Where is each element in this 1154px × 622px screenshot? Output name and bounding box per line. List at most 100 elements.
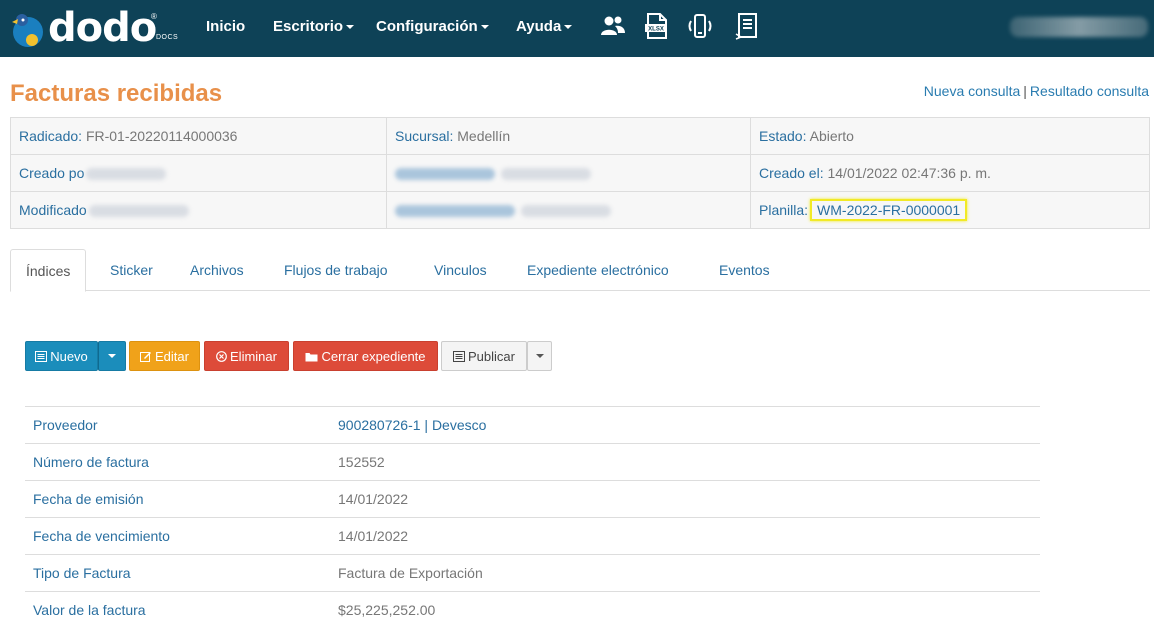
creado-el-label: Creado el: bbox=[759, 165, 824, 181]
list-icon bbox=[35, 350, 48, 362]
info-row: Creado po Creado el: 14/01/2022 02:47:36… bbox=[10, 154, 1150, 192]
redacted-value bbox=[88, 205, 189, 218]
nav-configuracion[interactable]: Configuración bbox=[376, 18, 489, 35]
dodo-bird-icon bbox=[12, 14, 43, 47]
field-value: 14/01/2022 bbox=[330, 480, 1040, 518]
field-label: Fecha de vencimiento bbox=[25, 517, 330, 555]
chevron-down-icon bbox=[480, 25, 489, 30]
nav-escritorio-label: Escritorio bbox=[273, 18, 344, 35]
logo-subtext: DOCS bbox=[156, 34, 179, 41]
publish-button[interactable]: Publicar bbox=[441, 341, 527, 371]
field-value: $25,225,252.00 bbox=[330, 591, 1040, 622]
delete-button[interactable]: Eliminar bbox=[204, 341, 289, 371]
chevron-down-icon bbox=[535, 354, 544, 358]
new-button[interactable]: Nuevo bbox=[25, 341, 98, 371]
modificado-label: Modificado bbox=[19, 202, 87, 218]
app-logo[interactable]: dodo ® DOCS bbox=[8, 8, 188, 50]
table-row: Tipo de Factura Factura de Exportación bbox=[25, 554, 1040, 592]
info-row: Radicado: FR-01-20220114000036 Sucursal:… bbox=[10, 117, 1150, 155]
creado-por-detail-cell bbox=[386, 154, 751, 192]
nav-configuracion-label: Configuración bbox=[376, 18, 478, 35]
tab-expediente-electronico[interactable]: Expediente electrónico bbox=[527, 262, 669, 278]
table-row: Proveedor 900280726-1 | Devesco bbox=[25, 406, 1040, 444]
delete-button-label: Eliminar bbox=[230, 348, 277, 364]
estado-cell: Estado: Abierto bbox=[750, 117, 1150, 155]
radicado-cell: Radicado: FR-01-20220114000036 bbox=[10, 117, 387, 155]
logo-text: dodo bbox=[48, 5, 157, 51]
nav-ayuda-label: Ayuda bbox=[516, 18, 562, 35]
query-result-link[interactable]: Resultado consulta bbox=[1030, 83, 1149, 99]
record-info-table: Radicado: FR-01-20220114000036 Sucursal:… bbox=[10, 117, 1150, 229]
new-button-label: Nuevo bbox=[50, 348, 88, 364]
field-label: Valor de la factura bbox=[25, 591, 330, 622]
redacted-link bbox=[395, 205, 515, 218]
estado-value: Abierto bbox=[809, 128, 854, 144]
xlsx-icon[interactable]: XLSX bbox=[642, 12, 670, 40]
table-row: Fecha de emisión 14/01/2022 bbox=[25, 480, 1040, 518]
document-list-icon[interactable] bbox=[734, 12, 762, 40]
nav-inicio-label: Inicio bbox=[206, 18, 246, 35]
field-label: Proveedor bbox=[25, 406, 330, 444]
edit-button[interactable]: Editar bbox=[129, 341, 200, 371]
chevron-down-icon bbox=[108, 354, 116, 358]
record-tabs: Índices Sticker Archivos Flujos de traba… bbox=[10, 249, 1150, 292]
top-navbar: dodo ® DOCS Inicio Escritorio Configurac… bbox=[0, 0, 1154, 57]
tab-indices[interactable]: Índices bbox=[10, 249, 87, 292]
close-record-button-label: Cerrar expediente bbox=[321, 348, 426, 364]
edit-icon bbox=[140, 351, 152, 362]
users-icon[interactable] bbox=[599, 12, 627, 40]
link-separator: | bbox=[1023, 83, 1027, 99]
info-row: Modificado Planilla: WM-2022-FR-0000001 bbox=[10, 191, 1150, 229]
chevron-down-icon bbox=[564, 25, 573, 30]
publish-dropdown-toggle[interactable] bbox=[527, 341, 552, 371]
new-dropdown-toggle[interactable] bbox=[98, 341, 126, 371]
table-row: Fecha de vencimiento 14/01/2022 bbox=[25, 517, 1040, 555]
edit-button-label: Editar bbox=[155, 348, 189, 364]
modificado-detail-cell bbox=[386, 191, 751, 229]
nav-escritorio[interactable]: Escritorio bbox=[273, 18, 355, 35]
redacted-value bbox=[86, 168, 167, 181]
modificado-cell: Modificado bbox=[10, 191, 387, 229]
planilla-label: Planilla: bbox=[759, 202, 809, 218]
nav-ayuda[interactable]: Ayuda bbox=[516, 18, 573, 35]
tab-eventos[interactable]: Eventos bbox=[719, 262, 770, 278]
tab-flujos-de-trabajo[interactable]: Flujos de trabajo bbox=[284, 262, 388, 278]
folder-icon bbox=[305, 352, 318, 361]
publish-button-label: Publicar bbox=[468, 348, 515, 364]
mobile-icon[interactable] bbox=[686, 12, 714, 40]
creado-el-cell: Creado el: 14/01/2022 02:47:36 p. m. bbox=[750, 154, 1150, 192]
user-menu-redacted[interactable] bbox=[1010, 17, 1148, 37]
radicado-label: Radicado: bbox=[19, 128, 83, 144]
table-row: Número de factura 152552 bbox=[25, 443, 1040, 481]
field-label: Fecha de emisión bbox=[25, 480, 330, 518]
chevron-down-icon bbox=[346, 25, 355, 30]
field-label: Tipo de Factura bbox=[25, 554, 330, 592]
planilla-link[interactable]: WM-2022-FR-0000001 bbox=[810, 199, 968, 221]
nav-inicio[interactable]: Inicio bbox=[206, 18, 245, 35]
redacted-value bbox=[521, 205, 611, 218]
redacted-link bbox=[395, 168, 495, 181]
tab-sticker[interactable]: Sticker bbox=[110, 262, 153, 278]
creado-por-cell: Creado po bbox=[10, 154, 387, 192]
query-links: Nueva consulta | Resultado consulta bbox=[924, 83, 1149, 99]
provider-link[interactable]: 900280726-1 | Devesco bbox=[330, 406, 1040, 444]
creado-el-value: 14/01/2022 02:47:36 p. m. bbox=[827, 165, 991, 181]
tab-vinculos[interactable]: Vinculos bbox=[434, 262, 487, 278]
sucursal-label: Sucursal: bbox=[395, 128, 454, 144]
field-value: 14/01/2022 bbox=[330, 517, 1040, 555]
page-title: Facturas recibidas bbox=[10, 80, 223, 107]
sucursal-value: Medellín bbox=[457, 128, 511, 144]
creado-por-label: Creado po bbox=[19, 165, 85, 181]
times-circle-icon bbox=[216, 350, 227, 362]
svg-text:XLSX: XLSX bbox=[648, 27, 664, 33]
index-detail-table: Proveedor 900280726-1 | Devesco Número de… bbox=[25, 406, 1040, 622]
tab-archivos[interactable]: Archivos bbox=[190, 262, 244, 278]
redacted-value bbox=[501, 168, 591, 181]
field-value: Factura de Exportación bbox=[330, 554, 1040, 592]
sucursal-cell: Sucursal: Medellín bbox=[386, 117, 751, 155]
registered-mark: ® bbox=[151, 12, 157, 21]
field-label: Número de factura bbox=[25, 443, 330, 481]
close-record-button[interactable]: Cerrar expediente bbox=[293, 341, 438, 371]
new-query-link[interactable]: Nueva consulta bbox=[924, 83, 1021, 99]
estado-label: Estado: bbox=[759, 128, 807, 144]
